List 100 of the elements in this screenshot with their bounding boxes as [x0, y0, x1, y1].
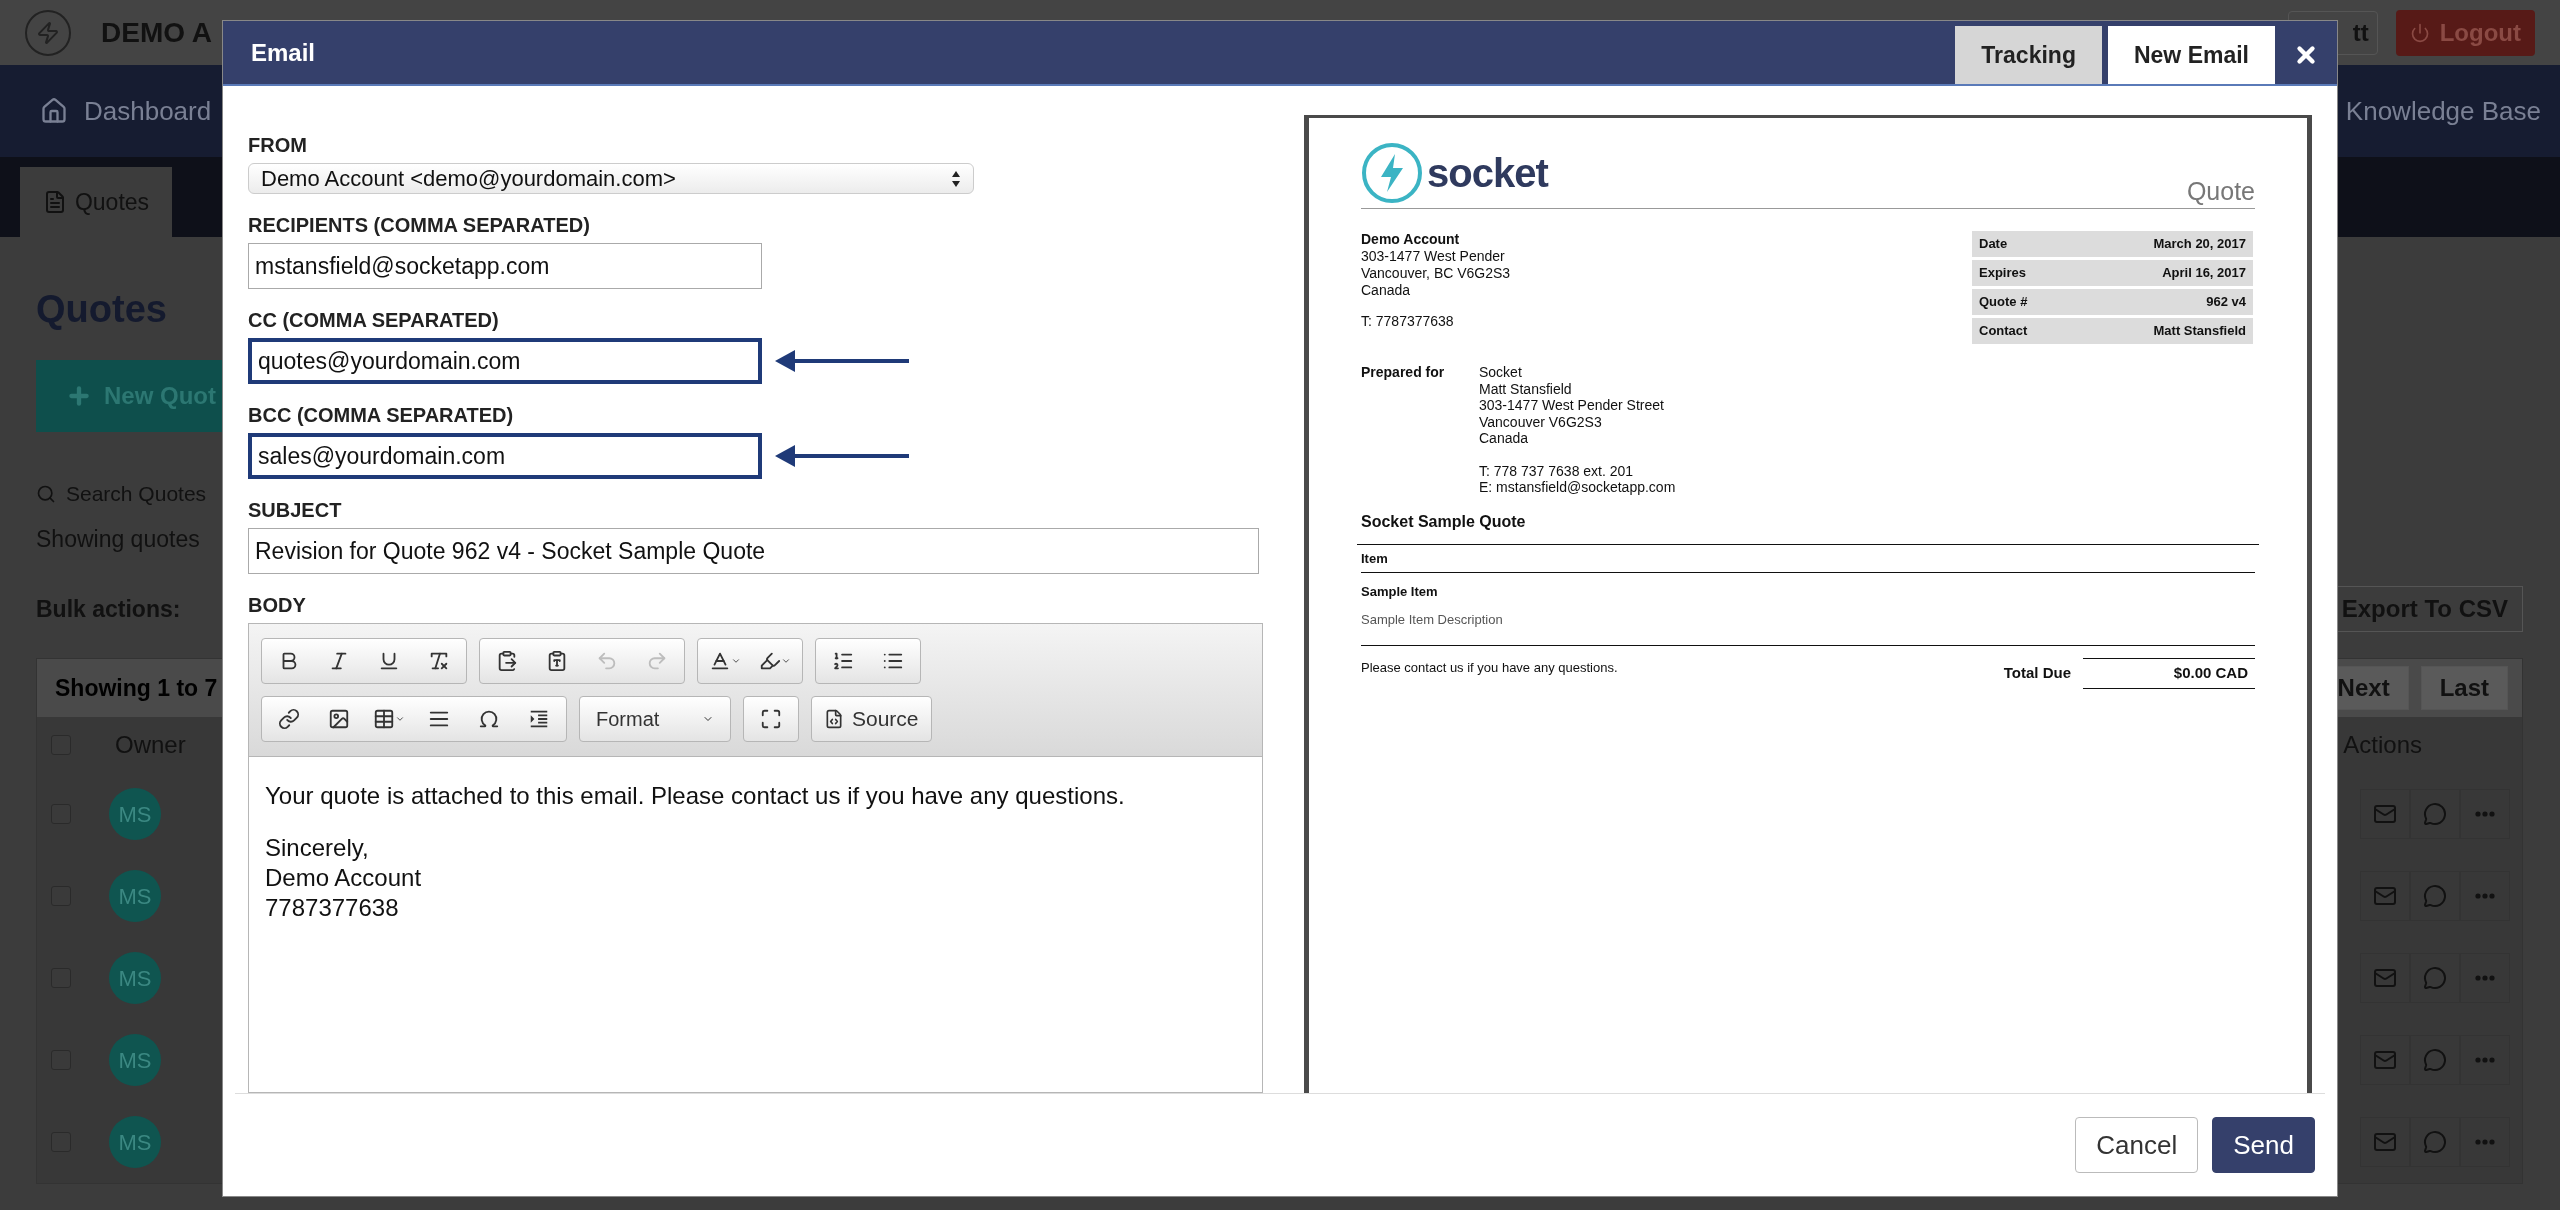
cancel-button[interactable]: Cancel: [2075, 1117, 2199, 1173]
quote-name: Socket Sample Quote: [1361, 511, 1527, 532]
meta-value: April 16, 2017: [2162, 264, 2246, 283]
sender-address-line: Canada: [1361, 282, 1412, 299]
mail-icon: [2373, 802, 2397, 826]
total-due-label: Total Due: [2003, 663, 2071, 683]
comment-action-button[interactable]: [2410, 789, 2460, 839]
dialog-title: Email: [250, 37, 316, 68]
dialog-tab[interactable]: Tracking: [1955, 26, 2102, 84]
table-icon: [373, 708, 395, 730]
meta-label: Contact: [1979, 322, 2028, 341]
code-file-icon: [824, 709, 844, 729]
clipboard-text-icon: [546, 650, 568, 672]
caret-icon: [731, 656, 741, 666]
field-label: BODY: [248, 593, 307, 618]
field-label: CC (COMMA SEPARATED): [248, 308, 500, 333]
logo-icon: [25, 9, 71, 56]
client-address-line: Matt Stansfield: [1479, 380, 1573, 397]
body-text-line: Demo Account: [265, 863, 423, 893]
sender-name: Demo Account: [1361, 231, 1461, 248]
logo-text: socket: [1427, 153, 1548, 193]
input-field[interactable]: sales@yourdomain.com: [248, 433, 762, 479]
mail-icon: [2373, 1130, 2397, 1154]
caret-icon: [395, 714, 405, 724]
more-icon: [2475, 893, 2495, 899]
power-icon: [2409, 22, 2430, 43]
client-contact-line: T: 778 737 7638 ext. 201: [1479, 462, 1635, 479]
more-action-button[interactable]: [2460, 1035, 2510, 1085]
email-action-button[interactable]: [2360, 871, 2410, 921]
more-action-button[interactable]: [2460, 871, 2510, 921]
comment-icon: [2423, 1130, 2447, 1154]
prepared-for-label: Prepared for: [1361, 364, 1446, 382]
email-action-button[interactable]: [2360, 1117, 2410, 1167]
field-label: FROM: [248, 133, 308, 158]
dialog-tab[interactable]: New Email: [2107, 26, 2275, 84]
email-action-button[interactable]: [2360, 1035, 2410, 1085]
plus-icon: [66, 383, 92, 409]
meta-value: 962 v4: [2206, 293, 2246, 312]
from-select[interactable]: Demo Account <demo@yourdomain.com>: [248, 163, 974, 194]
nav-link[interactable]: Knowledge Base: [2345, 91, 2541, 131]
more-icon: [2475, 1057, 2495, 1063]
more-action-button[interactable]: [2460, 1117, 2510, 1167]
meta-value: March 20, 2017: [2153, 235, 2246, 254]
underline-icon: [378, 650, 400, 672]
meta-label: Date: [1979, 235, 2008, 254]
more-icon: [2475, 1139, 2495, 1145]
image-icon: [328, 708, 350, 730]
select-arrows-icon: [951, 169, 961, 188]
field-label: BCC (COMMA SEPARATED): [248, 403, 515, 428]
highlighter-icon: [759, 650, 781, 672]
comment-action-button[interactable]: [2410, 1117, 2460, 1167]
send-button[interactable]: Send: [2212, 1117, 2315, 1173]
comment-icon: [2423, 966, 2447, 990]
more-action-button[interactable]: [2460, 953, 2510, 1003]
text-color-icon: [709, 650, 731, 672]
sender-address-line: 303-1477 West Pender: [1361, 248, 1506, 265]
mail-icon: [2373, 884, 2397, 908]
numbered-list-icon: [832, 650, 854, 672]
nav-link[interactable]: Dashboard: [84, 91, 212, 131]
field-label: RECIPIENTS (COMMA SEPARATED): [248, 213, 591, 238]
more-icon: [2475, 975, 2495, 981]
sender-phone: T: 7787377638: [1361, 313, 1455, 330]
item-name: Sample Item: [1361, 583, 1439, 601]
input-field[interactable]: quotes@yourdomain.com: [248, 338, 762, 384]
maximize-icon: [760, 708, 782, 730]
source-button[interactable]: Source: [811, 696, 932, 742]
body-text-line: Your quote is attached to this email. Please contact us if you have any questions.: [265, 781, 1126, 811]
field-label: SUBJECT: [248, 498, 343, 523]
document-title: Quote: [2186, 179, 2255, 204]
input-field[interactable]: Revision for Quote 962 v4 - Socket Sample Quote: [248, 528, 1259, 574]
indent-icon: [528, 708, 550, 730]
link-icon: [278, 708, 300, 730]
client-address-line: Socket: [1479, 364, 1523, 381]
comment-action-button[interactable]: [2410, 871, 2460, 921]
omega-icon: [478, 708, 500, 730]
client-address-line: 303-1477 West Pender Street: [1479, 397, 1665, 414]
clear-format-icon: [428, 650, 450, 672]
meta-label: Quote #: [1979, 293, 2028, 312]
format-dropdown[interactable]: Format: [579, 696, 731, 742]
client-address-line: Vancouver V6G2S3: [1479, 413, 1603, 430]
search-icon: [36, 483, 56, 504]
client-contact-line: E: mstansfield@socketapp.com: [1479, 479, 1676, 496]
comment-action-button[interactable]: [2410, 1035, 2460, 1085]
more-icon: [2475, 811, 2495, 817]
body-text-line: 7787377638: [265, 893, 400, 923]
comment-icon: [2423, 1048, 2447, 1072]
mail-icon: [2373, 966, 2397, 990]
comment-action-button[interactable]: [2410, 953, 2460, 1003]
body-text-line: Sincerely,: [265, 833, 370, 863]
email-action-button[interactable]: [2360, 953, 2410, 1003]
email-action-button[interactable]: [2360, 789, 2410, 839]
closing-note: Please contact us if you have any questions.: [1361, 659, 1618, 677]
item-column-header: Item: [1361, 544, 2255, 573]
mail-icon: [2373, 1048, 2397, 1072]
client-address-line: Canada: [1479, 430, 1530, 447]
table-summary: Showing 1 to 7: [55, 673, 218, 703]
more-action-button[interactable]: [2460, 789, 2510, 839]
meta-label: Expires: [1979, 264, 2026, 283]
logo-icon: [1361, 142, 1423, 204]
input-field[interactable]: mstansfield@socketapp.com: [248, 243, 762, 289]
